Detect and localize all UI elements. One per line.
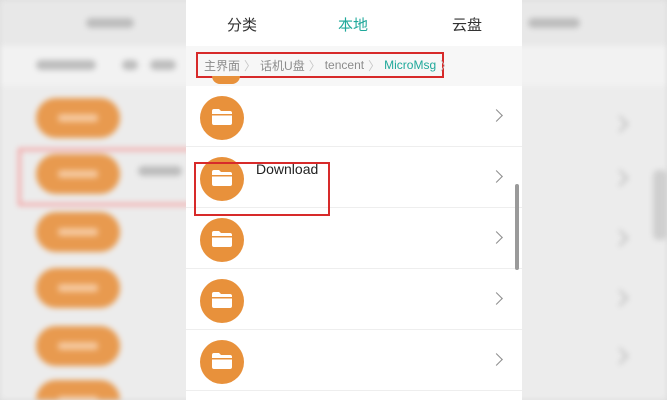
breadcrumb-home[interactable]: 主界面 [204, 57, 240, 74]
breadcrumb-micromsg[interactable]: MicroMsg [384, 58, 436, 72]
list-item[interactable] [186, 208, 522, 269]
folder-icon [212, 76, 240, 84]
chevron-right-icon [490, 292, 503, 305]
file-browser-panel: 分类 本地 云盘 主界面 〉 话机U盘 〉 tencent 〉 MicroMsg… [186, 0, 522, 400]
folder-icon [200, 218, 244, 262]
chevron-right-icon [490, 353, 503, 366]
breadcrumb-separator-icon: 〉 [440, 58, 453, 73]
list-item[interactable] [186, 86, 522, 147]
chevron-right-icon [490, 231, 503, 244]
breadcrumb: 主界面 〉 话机U盘 〉 tencent 〉 MicroMsg 〉 [196, 52, 452, 78]
breadcrumb-separator-icon: 〉 [368, 58, 381, 73]
chevron-right-icon [490, 109, 503, 122]
breadcrumb-separator-icon: 〉 [308, 58, 321, 73]
breadcrumb-tencent[interactable]: tencent [325, 58, 364, 72]
chevron-right-icon [490, 170, 503, 183]
download-highlight-box [194, 162, 330, 216]
tab-category[interactable]: 分类 [227, 14, 257, 35]
list-item[interactable] [186, 269, 522, 330]
folder-icon [200, 96, 244, 140]
folder-icon [200, 340, 244, 384]
tab-cloud[interactable]: 云盘 [452, 14, 482, 35]
tab-local[interactable]: 本地 [338, 14, 368, 35]
list-item[interactable] [186, 330, 522, 391]
breadcrumb-separator-icon: 〉 [244, 58, 257, 73]
breadcrumb-usb[interactable]: 话机U盘 [260, 57, 305, 74]
folder-list: Download [186, 76, 522, 391]
tab-bar: 分类 本地 云盘 [186, 0, 522, 46]
folder-icon [200, 279, 244, 323]
scrollbar[interactable] [515, 184, 519, 270]
